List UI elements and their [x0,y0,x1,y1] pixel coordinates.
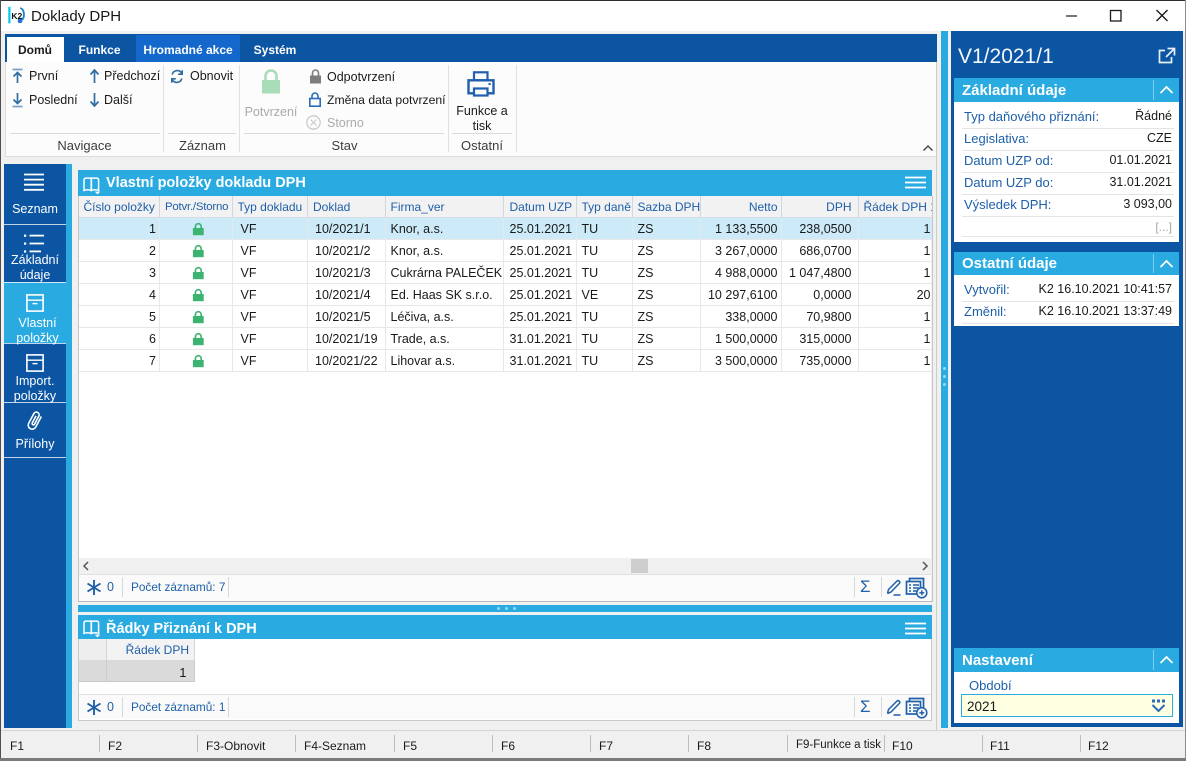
svg-text:K2: K2 [11,11,22,21]
